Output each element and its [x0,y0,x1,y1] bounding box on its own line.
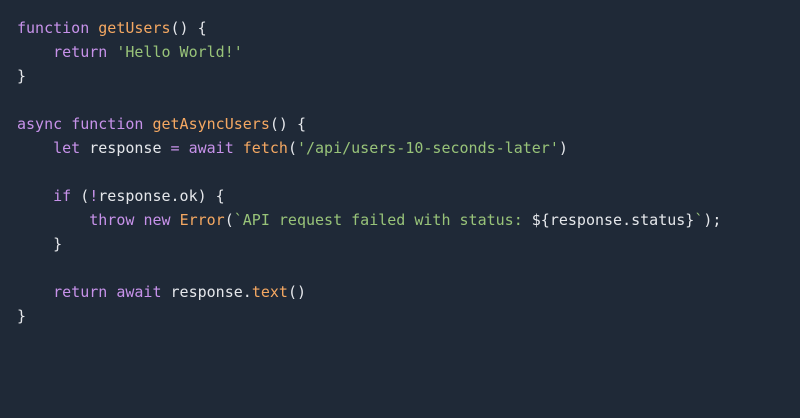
code-token: ) [558,139,568,157]
code-token: } [17,235,63,253]
code-line: return await response.text() [17,280,800,304]
code-token: getAsyncUsers [152,115,270,133]
code-line: } [17,304,800,328]
code-token: `API request failed with status: [233,211,532,229]
code-token: return [53,43,108,61]
code-token: = [170,139,180,157]
code-line: } [17,232,800,256]
code-token: function [71,115,144,133]
code-token: ); [703,211,722,229]
code-line: throw new Error(`API request failed with… [17,208,800,232]
code-token: ${response.status} [531,211,695,229]
code-token: fetch [242,139,288,157]
code-token: new [143,211,171,229]
code-token: } [17,67,27,85]
code-token: ( [287,139,297,157]
code-token: response [80,139,171,157]
code-token: ( [224,211,234,229]
code-token: response. [161,283,252,301]
code-token: if [53,187,72,205]
code-line: if (!response.ok) { [17,184,800,208]
code-token: response.ok) { [98,187,225,205]
code-token: let [53,139,81,157]
code-token: () [287,283,306,301]
code-token: await [188,139,234,157]
code-token: async [17,115,63,133]
code-line: async function getAsyncUsers() { [17,112,800,136]
code-token: await [116,283,162,301]
code-token: text [251,283,288,301]
code-line: function getUsers() { [17,16,800,40]
code-token: function [17,19,90,37]
code-token: ! [89,187,99,205]
code-editor: function getUsers() { return 'Hello Worl… [0,0,800,418]
code-token: () { [170,19,207,37]
code-token: Error [179,211,225,229]
code-token: getUsers [98,19,171,37]
code-token: ( [71,187,90,205]
code-token: return [53,283,108,301]
code-token: () { [269,115,306,133]
code-token: throw [89,211,135,229]
code-block: function getUsers() { return 'Hello Worl… [17,16,800,328]
code-line: return 'Hello World!' [17,40,800,64]
code-line: let response = await fetch('/api/users-1… [17,136,800,160]
code-line: } [17,64,800,88]
code-token: 'Hello World!' [116,43,243,61]
code-token: ` [694,211,704,229]
code-token: '/api/users-10-seconds-later' [296,139,559,157]
code-token: } [17,307,27,325]
